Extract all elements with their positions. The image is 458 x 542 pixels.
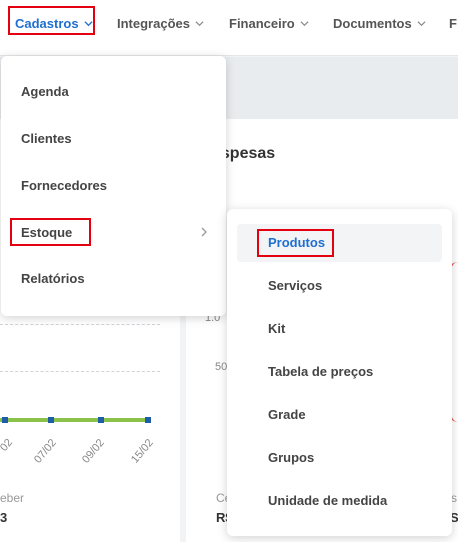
submenu-item-label: Tabela de preços — [268, 363, 374, 379]
menu-item-agenda[interactable]: Agenda — [1, 71, 226, 111]
nav-documentos-label: Documentos — [333, 15, 412, 31]
nav-integracoes-label: Integrações — [117, 15, 190, 31]
left-footer-value: 3 — [0, 510, 8, 525]
nav-more[interactable]: F — [449, 12, 457, 34]
submenu-item-label: Grupos — [268, 449, 315, 465]
menu-item-fornecedores[interactable]: Fornecedores — [1, 165, 226, 205]
chevron-down-icon — [300, 20, 309, 26]
nav-integracoes[interactable]: Integrações — [117, 12, 204, 34]
submenu-item-label: Unidade de medida — [268, 492, 388, 508]
nav-financeiro-label: Financeiro — [229, 15, 295, 31]
nav-documentos[interactable]: Documentos — [333, 12, 426, 34]
menu-item-clientes[interactable]: Clientes — [1, 118, 226, 158]
submenu-item-label: Grade — [268, 406, 306, 422]
submenu-item-label: Serviços — [268, 277, 323, 293]
chevron-down-icon — [195, 20, 204, 26]
menu-item-estoque[interactable]: Estoque — [1, 212, 226, 252]
menu-item-label: Relatórios — [21, 270, 85, 286]
submenu-item-kit[interactable]: Kit — [227, 308, 452, 348]
gridline — [0, 324, 160, 325]
chart-series-line — [0, 418, 150, 422]
nav-more-label: F — [449, 15, 457, 31]
gridline — [0, 371, 160, 372]
chevron-down-icon — [84, 20, 93, 26]
submenu-item-grade[interactable]: Grade — [227, 394, 452, 434]
submenu-item-unidade-de-medida[interactable]: Unidade de medida — [227, 480, 452, 520]
submenu-item-grupos[interactable]: Grupos — [227, 437, 452, 477]
chart-point — [98, 417, 104, 423]
menu-item-label: Agenda — [21, 83, 69, 99]
chart-point — [48, 417, 54, 423]
submenu-item-tabela-de-precos[interactable]: Tabela de preços — [227, 351, 452, 391]
y-axis-label: 50 — [215, 361, 228, 373]
submenu-item-produtos[interactable]: Produtos — [227, 222, 452, 262]
left-footer-label: eber — [0, 491, 25, 505]
chevron-right-icon — [201, 227, 207, 237]
nav-cadastros-label: Cadastros — [15, 15, 79, 31]
chevron-down-icon — [417, 20, 426, 26]
cadastros-dropdown: Agenda Clientes Fornecedores Estoque Rel… — [1, 56, 226, 316]
submenu-item-label: Kit — [268, 320, 286, 336]
menu-item-label: Fornecedores — [21, 177, 107, 193]
menu-item-label: Estoque — [21, 224, 73, 240]
nav-financeiro[interactable]: Financeiro — [229, 12, 309, 34]
menu-item-label: Clientes — [21, 130, 72, 146]
chart-point — [2, 417, 8, 423]
estoque-submenu: Produtos Serviços Kit Tabela de preços G… — [227, 209, 452, 536]
nav-cadastros[interactable]: Cadastros — [15, 12, 93, 34]
menu-item-relatorios[interactable]: Relatórios — [1, 258, 226, 298]
submenu-item-label: Produtos — [268, 234, 326, 250]
top-navigation: Cadastros Integrações Financeiro Documen… — [0, 0, 458, 56]
submenu-item-servicos[interactable]: Serviços — [227, 265, 452, 305]
chart-point — [145, 417, 151, 423]
